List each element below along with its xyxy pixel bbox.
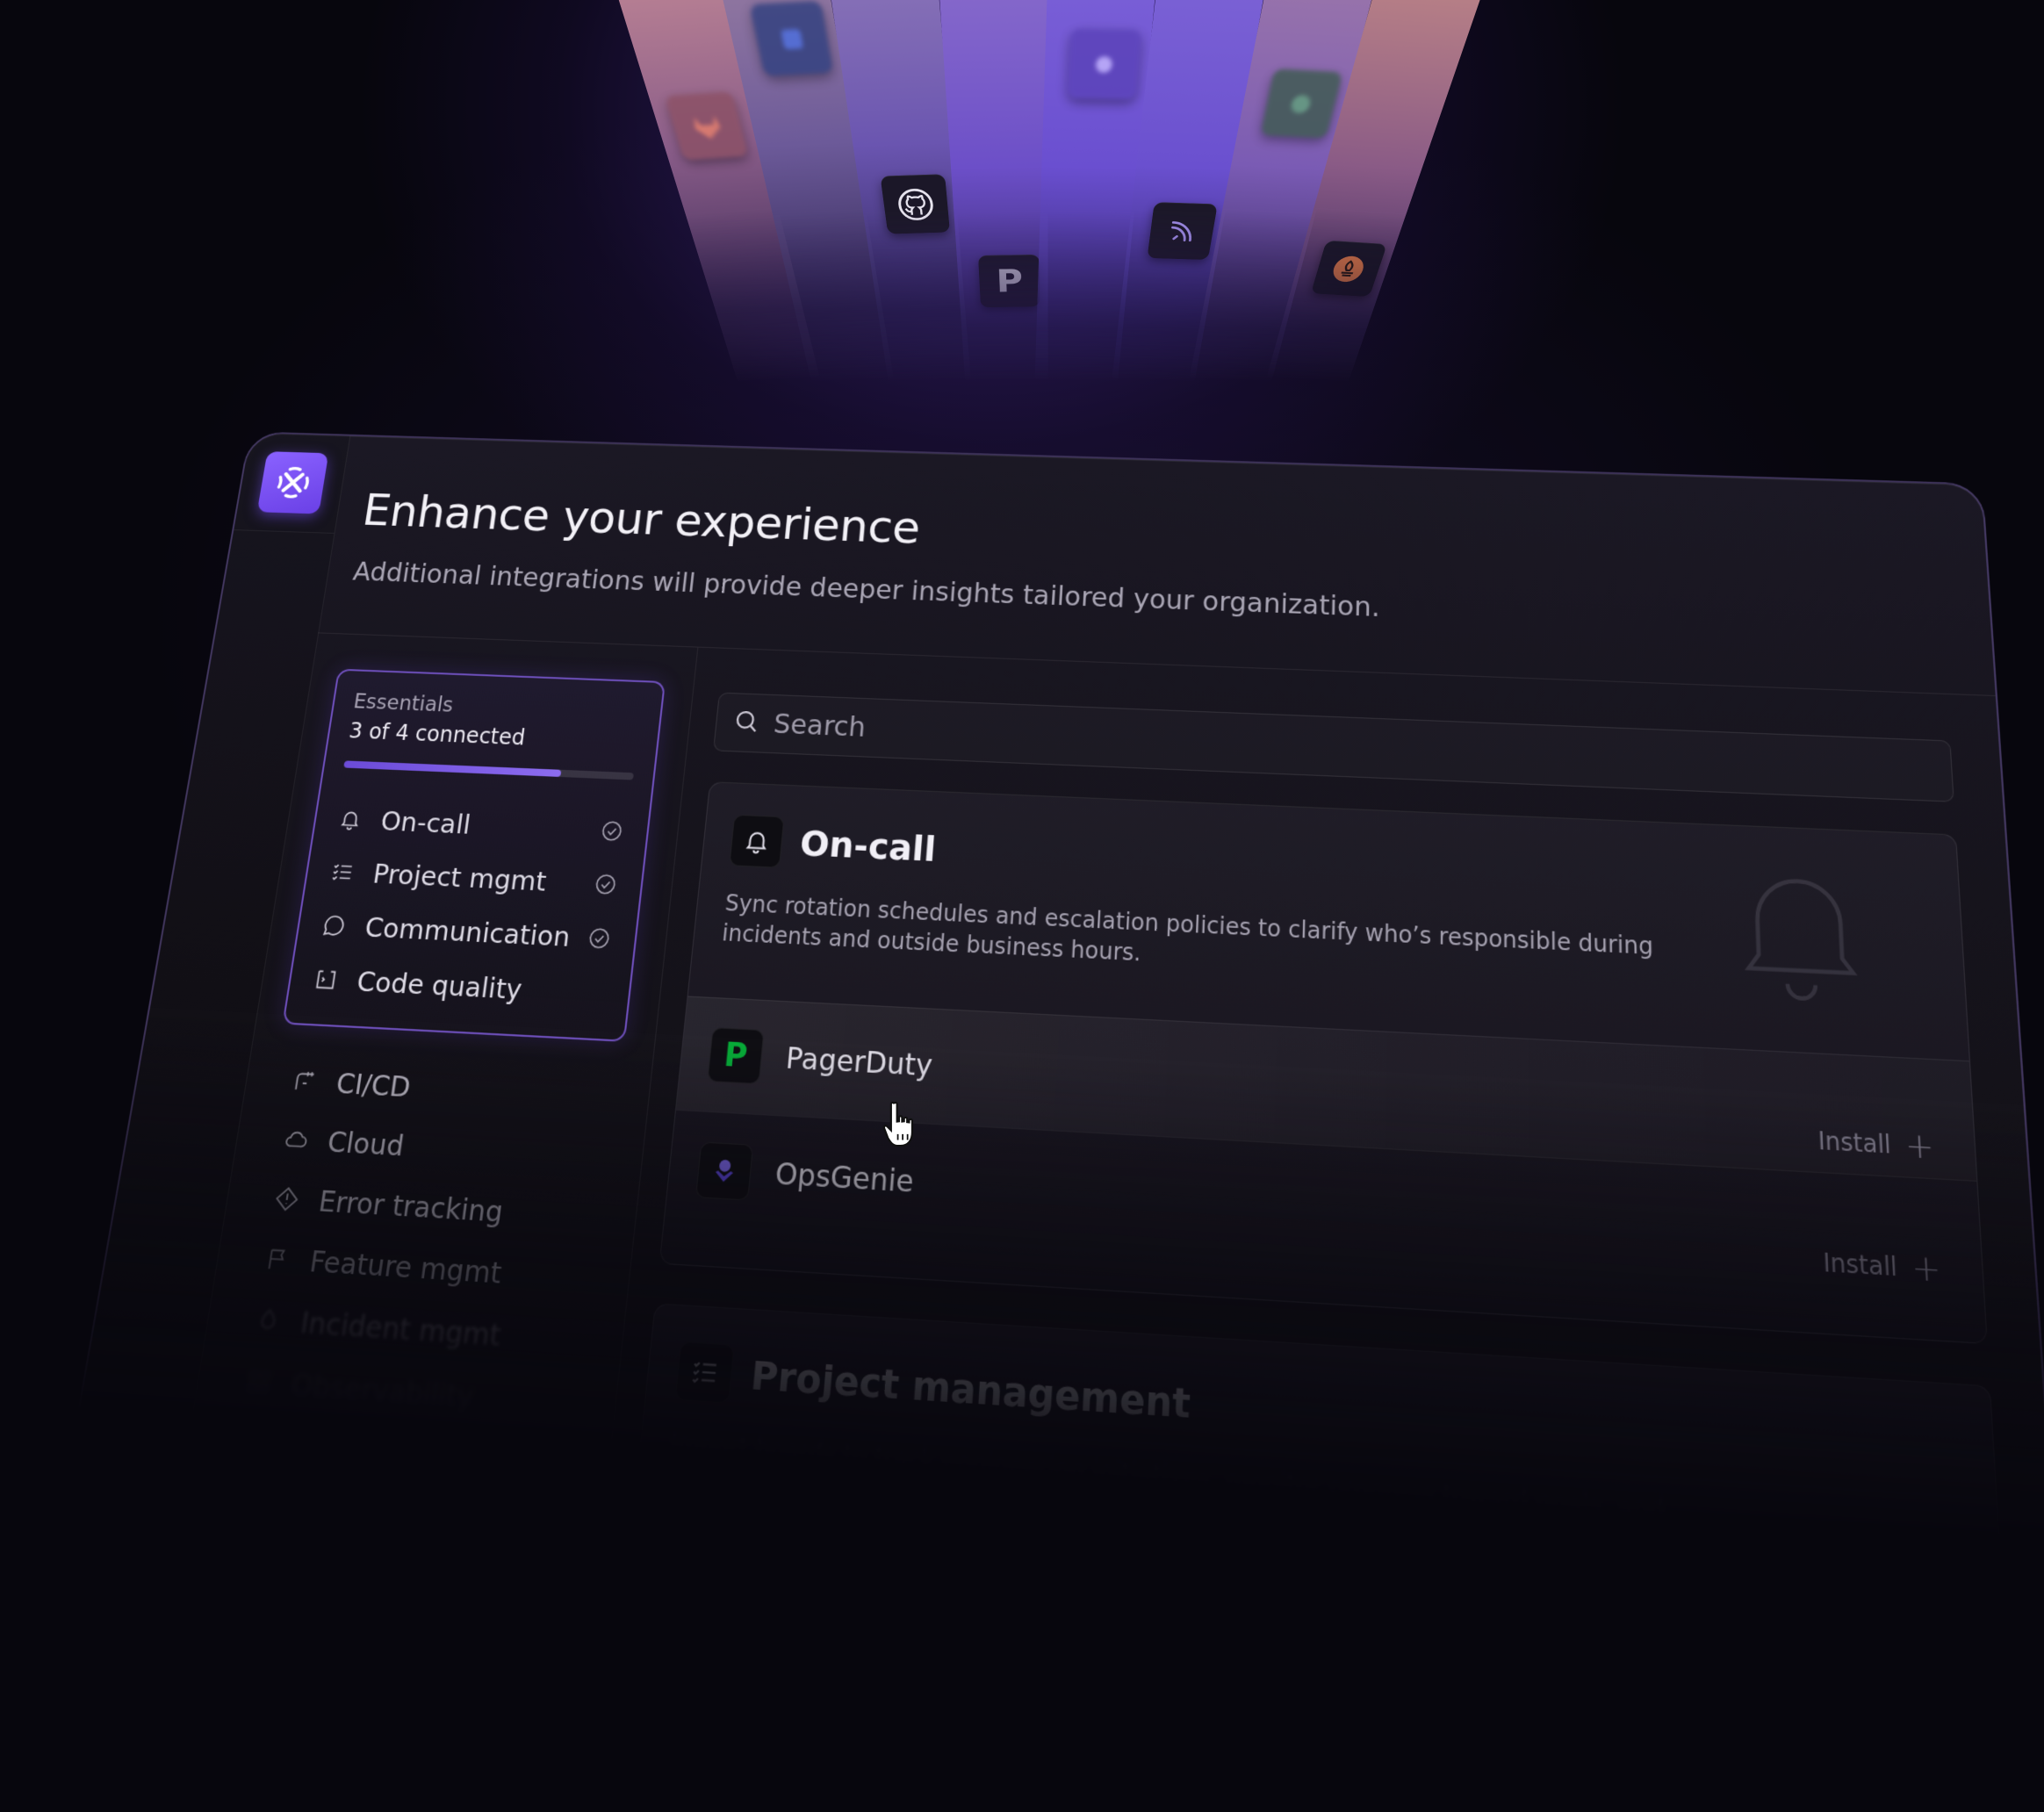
category-label: Cloud bbox=[325, 1125, 407, 1163]
jira-icon bbox=[749, 0, 834, 76]
observability-icon bbox=[242, 1366, 275, 1399]
category-label: Security bbox=[270, 1493, 390, 1539]
bell-watermark-icon bbox=[1714, 844, 1887, 1020]
install-label: Install bbox=[1822, 1248, 1898, 1283]
section-header: Project management Import boards to trac… bbox=[630, 1304, 2005, 1647]
pipeline-icon bbox=[289, 1066, 320, 1097]
search-box[interactable] bbox=[713, 692, 1954, 802]
provider-name: OpsGenie bbox=[774, 1156, 916, 1200]
category-label: Feature mgmt bbox=[307, 1244, 504, 1291]
check-circle-icon bbox=[597, 816, 627, 845]
other-icon bbox=[233, 1428, 266, 1462]
essentials-count: 3 of 4 connected bbox=[347, 718, 527, 751]
category-list: CI/CD Cloud Error tracking Feature mgmt … bbox=[211, 1052, 633, 1567]
window-wrap: Enhance your experience Additional integ… bbox=[40, 431, 2044, 1782]
category-label: Observability bbox=[289, 1366, 476, 1415]
app-window: Enhance your experience Additional integ… bbox=[40, 431, 2044, 1782]
flag-icon bbox=[262, 1243, 294, 1275]
checklist-icon bbox=[327, 858, 358, 887]
gitlab-icon bbox=[664, 90, 749, 161]
category-label: CI/CD bbox=[334, 1067, 413, 1104]
checklist-icon bbox=[674, 1341, 735, 1404]
project-management-section: Project management Import boards to trac… bbox=[613, 1303, 2017, 1782]
rail-divider bbox=[234, 529, 335, 534]
search-icon bbox=[731, 707, 761, 738]
section-title: On-call bbox=[798, 823, 938, 870]
incident-icon bbox=[252, 1304, 284, 1336]
sentry-icon bbox=[1260, 68, 1343, 139]
essentials-item-label: On-call bbox=[378, 805, 473, 841]
bell-icon bbox=[729, 814, 785, 868]
chat-bubble-icon bbox=[319, 911, 349, 940]
slack-icon bbox=[1067, 28, 1142, 100]
main-content: On-call Sync rotation schedules and esca… bbox=[587, 648, 2044, 1782]
plus-icon: + bbox=[1910, 1247, 1943, 1291]
on-call-section: On-call Sync rotation schedules and esca… bbox=[659, 781, 1988, 1345]
prometheus-icon bbox=[1311, 240, 1387, 298]
section-title: Project management bbox=[748, 1352, 1191, 1427]
section-description: Sync rotation schedules and escalation p… bbox=[720, 889, 1654, 967]
category-label: Error tracking bbox=[316, 1183, 506, 1229]
essentials-item-label: Code quality bbox=[355, 965, 524, 1006]
github-icon bbox=[880, 174, 950, 234]
essentials-item-label: Communication bbox=[363, 910, 572, 953]
code-quality-icon bbox=[311, 965, 342, 995]
opsgenie-icon bbox=[695, 1141, 754, 1201]
warning-diamond-icon bbox=[270, 1183, 303, 1215]
hand-cursor-icon bbox=[878, 1099, 925, 1157]
essentials-progress-bar bbox=[343, 760, 634, 780]
app-logo-icon[interactable] bbox=[256, 451, 329, 514]
pagerduty-icon: P bbox=[978, 254, 1040, 308]
plus-icon: + bbox=[1904, 1125, 1936, 1168]
provider-name: PagerDuty bbox=[784, 1041, 934, 1083]
bell-icon bbox=[335, 805, 366, 833]
stage: P Enhance your experience Additional int… bbox=[0, 0, 2044, 1812]
install-button[interactable]: Install + bbox=[1822, 1247, 1943, 1291]
essentials-progress-fill bbox=[343, 760, 561, 777]
cloud-icon bbox=[280, 1125, 312, 1155]
pagerduty-icon: P bbox=[707, 1027, 765, 1085]
install-label: Install bbox=[1817, 1126, 1892, 1160]
install-button[interactable]: Install + bbox=[1817, 1125, 1936, 1168]
search-input[interactable] bbox=[770, 707, 1935, 788]
page-header: Enhance your experience Additional integ… bbox=[351, 485, 1954, 644]
security-icon bbox=[222, 1492, 256, 1527]
category-label: Incident mgmt bbox=[298, 1305, 503, 1353]
check-circle-icon bbox=[591, 870, 621, 899]
check-placeholder bbox=[578, 978, 608, 1008]
essentials-item-label: Project mgmt bbox=[371, 858, 549, 898]
check-circle-icon bbox=[584, 924, 615, 953]
category-label: Other bbox=[279, 1429, 363, 1471]
linear-icon bbox=[1147, 202, 1218, 260]
essentials-card: Essentials 3 of 4 connected On-call Proj… bbox=[282, 668, 666, 1042]
